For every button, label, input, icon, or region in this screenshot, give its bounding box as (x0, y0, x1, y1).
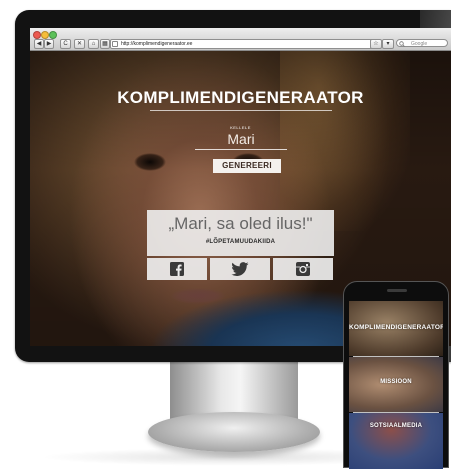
phone-menu-item-generator[interactable]: KOMPLIMENDIGENERAATOR (349, 301, 443, 356)
search-icon (399, 41, 405, 47)
title-divider (150, 110, 332, 111)
share-facebook-button[interactable] (147, 258, 207, 280)
name-input-underline (195, 149, 287, 150)
phone-menu-label: KOMPLIMENDIGENERAATOR (349, 324, 443, 331)
phone-menu-item-mission[interactable]: MISSIOON (349, 357, 443, 412)
minimize-window-button[interactable] (41, 31, 49, 39)
name-input[interactable]: Mari (186, 131, 296, 147)
share-instagram-button[interactable] (273, 258, 333, 280)
name-field-label: KELLELE (230, 125, 251, 130)
stop-button[interactable]: ✕ (74, 39, 85, 49)
close-window-button[interactable] (33, 31, 41, 39)
site-title: KOMPLIMENDIGENERAATOR (117, 88, 364, 107)
browser-toolbar: ◀ ▶ C ✕ ⌂ ▦ http://komplimendigeneraator… (30, 28, 451, 51)
phone-speaker (387, 289, 407, 292)
zoom-window-button[interactable] (49, 31, 57, 39)
phone-menu-label: SOTSIAALMEDIA (369, 423, 423, 429)
monitor-stand-base (148, 412, 320, 452)
reload-button[interactable]: C (60, 39, 71, 49)
phone-menu-label: MISSIOON (380, 379, 412, 385)
phone-screen: KOMPLIMENDIGENERAATOR MISSIOON SOTSIAALM… (349, 301, 443, 469)
site-favicon-icon (112, 41, 118, 47)
url-input[interactable]: http://komplimendigeneraator.ee (110, 39, 374, 49)
compliment-text: „Mari, sa oled ilus!" (168, 214, 313, 233)
forward-button[interactable]: ▶ (44, 39, 54, 49)
twitter-icon (231, 262, 249, 276)
monitor-stand-neck (170, 360, 298, 420)
rss-star-icon[interactable]: ☆ (370, 39, 382, 49)
back-button[interactable]: ◀ (34, 39, 44, 49)
share-twitter-button[interactable] (210, 258, 270, 280)
generate-button[interactable]: GENEREERI (213, 159, 281, 173)
smartphone: KOMPLIMENDIGENERAATOR MISSIOON SOTSIAALM… (343, 281, 449, 469)
facebook-icon (170, 262, 184, 276)
instagram-icon (296, 262, 310, 276)
hashtag-text: #LÕPETAMUUDAKIIDA (205, 239, 276, 245)
home-button[interactable]: ⌂ (88, 39, 99, 49)
bookmarks-icon[interactable]: ▦ (100, 39, 110, 49)
reader-icon[interactable]: ▾ (382, 39, 394, 49)
compliment-card: „Mari, sa oled ilus!" #LÕPETAMUUDAKIIDA (147, 210, 334, 256)
phone-menu-item-social-media[interactable]: SOTSIAALMEDIA (349, 413, 443, 469)
